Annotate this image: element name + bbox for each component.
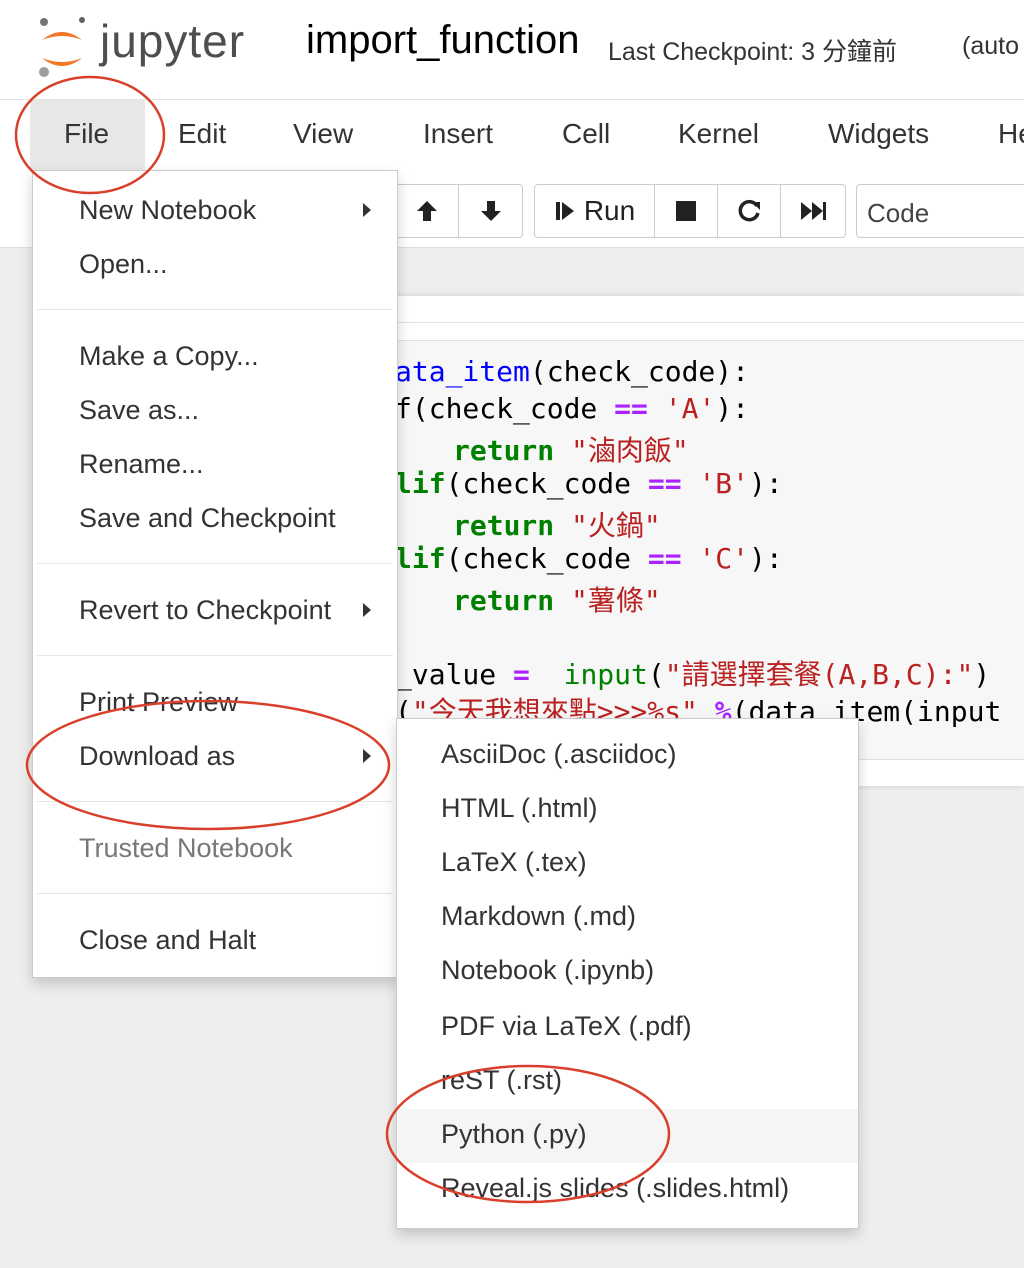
menu-help[interactable]: He bbox=[998, 118, 1024, 150]
cell-type-select[interactable]: Code bbox=[856, 184, 1024, 238]
download-pdf[interactable]: PDF via LaTeX (.pdf) bbox=[441, 1011, 692, 1042]
fast-forward-icon bbox=[801, 202, 826, 220]
download-markdown[interactable]: Markdown (.md) bbox=[441, 901, 636, 932]
menu-insert[interactable]: Insert bbox=[423, 118, 493, 150]
logo-text: jupyter bbox=[100, 15, 246, 67]
download-asciidoc[interactable]: AsciiDoc (.asciidoc) bbox=[441, 739, 677, 770]
menu-item-revert-checkpoint[interactable]: Revert to Checkpoint bbox=[79, 595, 331, 626]
download-reveal-slides[interactable]: Reveal.js slides (.slides.html) bbox=[441, 1173, 789, 1204]
run-group: Run bbox=[534, 184, 846, 238]
menu-file-label: File bbox=[64, 118, 110, 149]
code-line-4: lif(check_code == 'B'): bbox=[395, 467, 783, 500]
arrow-up-icon bbox=[417, 201, 437, 221]
move-group bbox=[395, 184, 523, 238]
menu-divider bbox=[37, 893, 393, 894]
notebook-container: ata_item(check_code): f(check_code == 'A… bbox=[395, 296, 1024, 786]
code-line-5: return "火鍋" bbox=[453, 509, 661, 542]
cell-divider bbox=[395, 322, 1024, 323]
menu-file[interactable]: File bbox=[30, 100, 145, 170]
move-up-button[interactable] bbox=[396, 185, 459, 237]
header: jupyter import_function Last Checkpoint:… bbox=[0, 0, 1024, 100]
download-as-submenu: AsciiDoc (.asciidoc) HTML (.html) LaTeX … bbox=[396, 718, 859, 1229]
menu-view[interactable]: View bbox=[293, 118, 353, 150]
code-line-6: lif(check_code == 'C'): bbox=[395, 542, 783, 575]
code-line-8: _value = input("請選擇套餐(A,B,C):") bbox=[395, 658, 991, 691]
menu-item-open[interactable]: Open... bbox=[79, 249, 168, 280]
download-python[interactable]: Python (.py) bbox=[441, 1119, 587, 1150]
arrow-down-icon bbox=[480, 201, 501, 221]
code-line-2: f(check_code == 'A'): bbox=[395, 392, 750, 425]
menu-divider bbox=[37, 801, 393, 802]
menu-divider bbox=[37, 563, 393, 564]
menu-divider bbox=[37, 655, 393, 656]
restart-button[interactable] bbox=[718, 185, 781, 237]
submenu-caret-icon bbox=[363, 203, 371, 217]
menu-item-rename[interactable]: Rename... bbox=[79, 449, 204, 480]
menu-kernel[interactable]: Kernel bbox=[678, 118, 759, 150]
menu-widgets[interactable]: Widgets bbox=[828, 118, 929, 150]
refresh-icon bbox=[738, 199, 760, 222]
download-latex[interactable]: LaTeX (.tex) bbox=[441, 847, 587, 878]
menu-item-save-checkpoint[interactable]: Save and Checkpoint bbox=[79, 503, 336, 534]
step-forward-icon bbox=[555, 202, 574, 220]
download-rest[interactable]: reST (.rst) bbox=[441, 1065, 562, 1096]
menu-divider bbox=[37, 309, 393, 310]
menu-item-save-as[interactable]: Save as... bbox=[79, 395, 199, 426]
move-down-button[interactable] bbox=[459, 185, 522, 237]
menubar: Edit View Insert Cell Kernel Widgets He bbox=[0, 100, 1024, 170]
menu-item-trusted-notebook: Trusted Notebook bbox=[79, 833, 293, 863]
menu-item-download-as[interactable]: Download as bbox=[79, 741, 235, 772]
download-notebook[interactable]: Notebook (.ipynb) bbox=[441, 955, 654, 986]
menu-item-print-preview[interactable]: Print Preview bbox=[79, 687, 238, 718]
stop-icon bbox=[676, 201, 696, 221]
code-line-3: return "滷肉飯" bbox=[453, 434, 689, 467]
menu-item-make-copy[interactable]: Make a Copy... bbox=[79, 341, 259, 372]
notebook-title[interactable]: import_function bbox=[306, 18, 579, 63]
menu-edit[interactable]: Edit bbox=[178, 118, 226, 150]
interrupt-button[interactable] bbox=[655, 185, 718, 237]
restart-run-all-button[interactable] bbox=[781, 185, 845, 237]
run-label: Run bbox=[583, 195, 636, 226]
menu-item-close-halt[interactable]: Close and Halt bbox=[79, 925, 256, 956]
run-button[interactable]: Run bbox=[535, 185, 655, 237]
menu-cell[interactable]: Cell bbox=[562, 118, 610, 150]
menu-item-new-notebook[interactable]: New Notebook bbox=[79, 195, 256, 226]
code-line-1: ata_item(check_code): bbox=[395, 355, 750, 388]
download-html[interactable]: HTML (.html) bbox=[441, 793, 598, 824]
autosave-status: (auto bbox=[962, 32, 1019, 60]
code-line-7: return "薯條" bbox=[453, 584, 661, 617]
last-checkpoint: Last Checkpoint: 3 分鐘前 bbox=[608, 38, 898, 66]
code-cell[interactable]: ata_item(check_code): f(check_code == 'A… bbox=[395, 340, 1024, 760]
submenu-caret-icon bbox=[363, 603, 371, 617]
submenu-caret-icon bbox=[363, 749, 371, 763]
file-menu-dropdown: New Notebook Open... Make a Copy... Save… bbox=[32, 170, 398, 978]
